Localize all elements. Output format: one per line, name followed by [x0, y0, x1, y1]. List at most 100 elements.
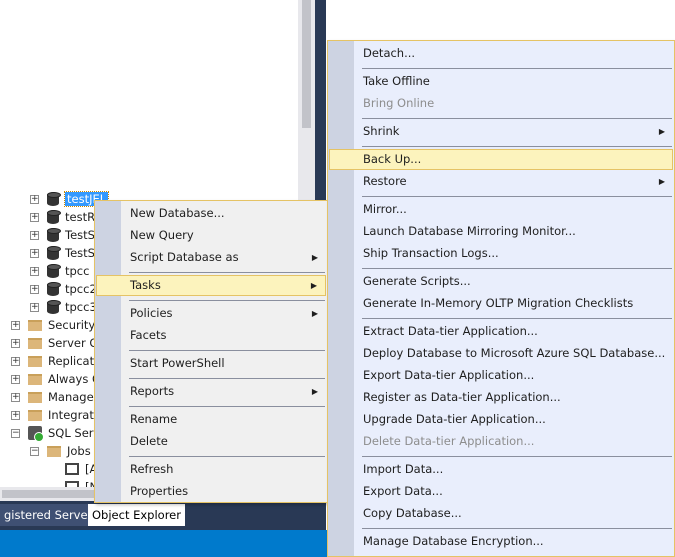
expand-icon[interactable]: + — [11, 356, 20, 366]
folder-icon — [28, 373, 42, 385]
menu-item-facets[interactable]: Facets — [96, 325, 326, 346]
menu-item-shrink[interactable]: Shrink ▶ — [329, 121, 673, 142]
tree-node-db[interactable]: + tpcc2 — [30, 280, 97, 298]
menu-item-generate-in-memory-oltp-migration-checklists[interactable]: Generate In-Memory OLTP Migration Checkl… — [329, 293, 673, 314]
submenu-arrow-icon: ▶ — [311, 387, 318, 396]
menu-item-export-data-tier-application[interactable]: Export Data-tier Application... — [329, 365, 673, 386]
expand-icon[interactable]: + — [30, 302, 39, 312]
expand-icon[interactable]: + — [30, 248, 39, 258]
menu-item-copy-database[interactable]: Copy Database... — [329, 503, 673, 524]
menu-item-rename[interactable]: Rename — [96, 409, 326, 430]
menu-item-reports[interactable]: Reports ▶ — [96, 381, 326, 402]
tasks-submenu: Detach... Take Offline Bring Online Shrink ▶… — [327, 40, 675, 557]
tree-node-folder[interactable]: + Always O — [11, 370, 101, 388]
tab-bar: gistered Servers Object Explorer — [0, 501, 326, 530]
menu-item-label: Tasks — [130, 278, 161, 292]
folder-icon — [47, 445, 61, 457]
tree-node-folder[interactable]: + Manager — [11, 388, 98, 406]
tab-registered-servers[interactable]: gistered Servers — [0, 504, 103, 526]
menu-item-detach[interactable]: Detach... — [329, 43, 673, 64]
menu-separator — [362, 318, 672, 319]
tree-node-db[interactable]: + tpcc — [30, 262, 89, 280]
menu-item-label: Copy Database... — [363, 506, 462, 520]
expand-icon[interactable]: + — [11, 392, 20, 402]
submenu-arrow-icon: ▶ — [658, 127, 665, 136]
tree-node-folder[interactable]: + Integratio — [11, 406, 104, 424]
tree-node-db[interactable]: + tpcc3 — [30, 298, 97, 316]
submenu-arrow-icon: ▶ — [658, 177, 665, 186]
tree-node-jobs[interactable]: − Jobs — [30, 442, 91, 460]
menu-item-import-data[interactable]: Import Data... — [329, 459, 673, 480]
menu-item-start-powershell[interactable]: Start PowerShell — [96, 353, 326, 374]
tree-node-folder[interactable]: + Replicati — [11, 352, 97, 370]
database-icon — [47, 300, 61, 314]
menu-item-properties[interactable]: Properties — [96, 481, 326, 502]
menu-item-label: Mirror... — [363, 202, 407, 216]
tree-node-job[interactable]: [A — [65, 460, 97, 478]
menu-item-back-up[interactable]: Back Up... — [329, 149, 673, 170]
menu-item-tasks[interactable]: Tasks ▶ — [96, 275, 326, 296]
menu-item-take-offline[interactable]: Take Offline — [329, 71, 673, 92]
tree-node-folder[interactable]: + Server Ob — [11, 334, 106, 352]
database-icon — [47, 264, 61, 278]
expand-icon[interactable]: + — [11, 410, 20, 420]
menu-item-label: Back Up... — [363, 152, 422, 166]
menu-separator — [362, 456, 672, 457]
menu-item-extract-data-tier-application[interactable]: Extract Data-tier Application... — [329, 321, 673, 342]
menu-item-new-database[interactable]: New Database... — [96, 203, 326, 224]
tree-node-db[interactable]: + TestS — [30, 244, 95, 262]
collapse-icon[interactable]: − — [30, 446, 39, 456]
menu-item-label: Launch Database Mirroring Monitor... — [363, 224, 576, 238]
menu-item-upgrade-data-tier-application[interactable]: Upgrade Data-tier Application... — [329, 409, 673, 430]
menu-item-delete-data-tier-application: Delete Data-tier Application... — [329, 431, 673, 452]
tab-object-explorer[interactable]: Object Explorer — [88, 504, 185, 526]
collapse-icon[interactable]: − — [11, 428, 20, 438]
menu-item-label: Export Data... — [363, 484, 443, 498]
tree-node-agent[interactable]: − SQL Serv — [11, 424, 100, 442]
database-icon — [47, 246, 61, 260]
expand-icon[interactable]: + — [30, 230, 39, 240]
menu-item-register-as-data-tier-application[interactable]: Register as Data-tier Application... — [329, 387, 673, 408]
folder-icon — [28, 391, 42, 403]
menu-item-refresh[interactable]: Refresh — [96, 459, 326, 480]
tree-node-db[interactable]: + TestS — [30, 226, 95, 244]
menu-item-script-database-as[interactable]: Script Database as ▶ — [96, 247, 326, 268]
menu-item-label: Reports — [130, 384, 175, 398]
menu-item-export-data[interactable]: Export Data... — [329, 481, 673, 502]
menu-item-bring-online: Bring Online — [329, 93, 673, 114]
database-icon — [47, 228, 61, 242]
menu-item-restore[interactable]: Restore ▶ — [329, 171, 673, 192]
scrollbar-thumb[interactable] — [302, 0, 311, 128]
menu-separator — [362, 118, 672, 119]
menu-item-generate-scripts[interactable]: Generate Scripts... — [329, 271, 673, 292]
menu-separator — [129, 272, 325, 273]
expand-icon[interactable]: + — [11, 320, 20, 330]
expand-icon[interactable]: + — [30, 212, 39, 222]
menu-item-deploy-database-to-microsoft-azure-sql-database[interactable]: Deploy Database to Microsoft Azure SQL D… — [329, 343, 673, 364]
menu-separator — [362, 268, 672, 269]
menu-item-new-query[interactable]: New Query — [96, 225, 326, 246]
menu-item-ship-transaction-logs[interactable]: Ship Transaction Logs... — [329, 243, 673, 264]
submenu-arrow-icon: ▶ — [311, 309, 318, 318]
expand-icon[interactable]: + — [11, 374, 20, 384]
folder-icon — [28, 355, 42, 367]
expand-icon[interactable]: + — [11, 338, 20, 348]
menu-item-delete[interactable]: Delete — [96, 431, 326, 452]
expand-icon[interactable]: + — [30, 284, 39, 294]
menu-item-launch-database-mirroring-monitor[interactable]: Launch Database Mirroring Monitor... — [329, 221, 673, 242]
menu-item-label: Restore — [363, 174, 407, 188]
tree-node-db[interactable]: + testRe — [30, 208, 102, 226]
expand-icon[interactable]: + — [30, 266, 39, 276]
menu-item-mirror[interactable]: Mirror... — [329, 199, 673, 220]
database-icon — [47, 282, 61, 296]
menu-item-label: Upgrade Data-tier Application... — [363, 412, 546, 426]
tree-node-folder[interactable]: + Security — [11, 316, 95, 334]
database-icon — [47, 192, 61, 206]
menu-item-policies[interactable]: Policies ▶ — [96, 303, 326, 324]
menu-separator — [129, 378, 325, 379]
expand-icon[interactable]: + — [30, 194, 39, 204]
menu-item-label: Shrink — [363, 124, 400, 138]
menu-item-manage-database-encryption[interactable]: Manage Database Encryption... — [329, 531, 673, 552]
menu-item-label: Detach... — [363, 46, 416, 60]
menu-separator — [362, 528, 672, 529]
